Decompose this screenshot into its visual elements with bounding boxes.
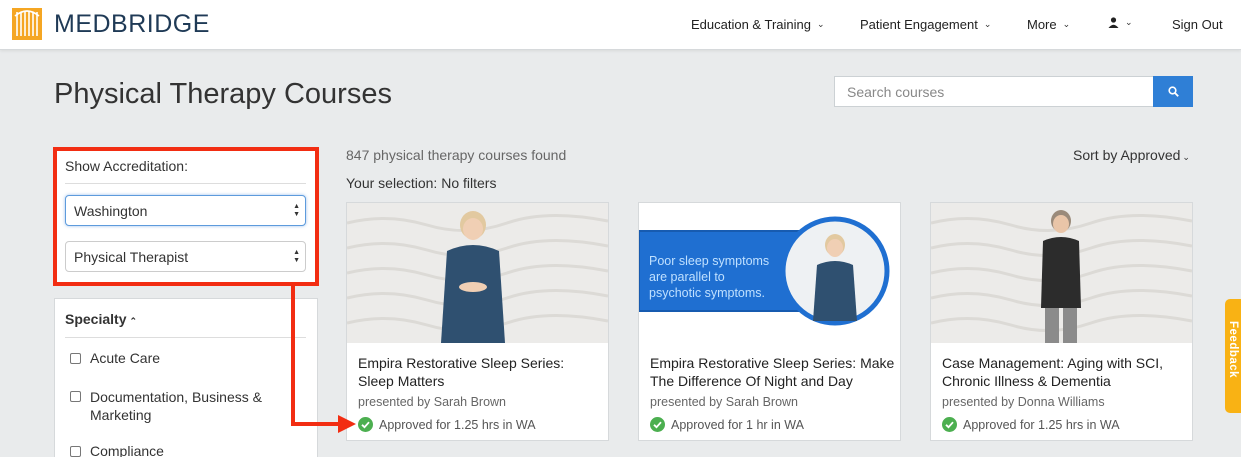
result-count: 847 physical therapy courses found — [346, 147, 567, 163]
nav-education-training[interactable]: Education & Training ⌄ — [691, 17, 825, 32]
approval-status: Approved for 1 hr in WA — [650, 417, 804, 432]
course-card[interactable]: Case Management: Aging with SCI, Chronic… — [930, 202, 1193, 441]
specialty-option-label: Acute Care — [90, 350, 161, 366]
user-icon — [1108, 17, 1119, 28]
search-icon — [1167, 86, 1179, 97]
feedback-tab[interactable]: Feedback — [1225, 299, 1241, 413]
course-card[interactable]: Poor sleep symptoms are parallel to psyc… — [638, 202, 901, 441]
specialty-option-label: Documentation, Business & Marketing — [90, 389, 262, 423]
search-input[interactable] — [835, 77, 1153, 106]
course-presenter: presented by Sarah Brown — [358, 395, 507, 409]
chevron-up-icon: ⌃ — [129, 316, 138, 326]
divider — [65, 183, 306, 184]
checkbox[interactable] — [70, 353, 81, 364]
specialty-option-compliance[interactable]: Compliance — [70, 443, 164, 457]
chevron-down-icon: ⌄ — [1125, 17, 1133, 27]
check-circle-icon — [942, 417, 957, 432]
state-select[interactable]: Washington ▲ ▼ — [65, 195, 306, 226]
course-thumbnail: Poor sleep symptoms are parallel to psyc… — [639, 203, 900, 343]
specialty-title: Specialty — [65, 311, 127, 327]
nav-more[interactable]: More ⌄ — [1027, 17, 1070, 32]
approval-text: Approved for 1.25 hrs in WA — [963, 417, 1120, 432]
user-menu[interactable]: ⌄ — [1108, 17, 1133, 28]
check-circle-icon — [650, 417, 665, 432]
medbridge-logo[interactable]: MEDBRIDGE — [12, 8, 210, 40]
course-presenter: presented by Sarah Brown — [650, 395, 799, 409]
nav-education-label: Education & Training — [691, 17, 811, 32]
chevron-down-icon: ⌄ — [983, 19, 992, 29]
profession-select-value: Physical Therapist — [74, 248, 189, 265]
top-navigation-bar: MEDBRIDGE Education & Training ⌄ Patient… — [0, 0, 1241, 50]
logo-text: MEDBRIDGE — [54, 9, 210, 38]
specialty-option-label: Compliance — [90, 443, 164, 457]
state-select-value: Washington — [74, 202, 148, 219]
specialty-option-acute-care[interactable]: Acute Care — [70, 350, 160, 366]
specialty-option-documentation[interactable]: Documentation, Business & Marketing — [70, 388, 300, 424]
course-presenter: presented by Donna Williams — [942, 395, 1105, 409]
course-card[interactable]: Empira Restorative Sleep Series: Sleep M… — [346, 202, 609, 441]
thumb-caption-line: Poor sleep symptoms — [649, 254, 769, 268]
sort-dropdown[interactable]: Sort by Approved ⌄ — [1073, 147, 1190, 163]
checkbox[interactable] — [70, 446, 81, 457]
check-circle-icon — [358, 417, 373, 432]
chevron-down-icon: ⌄ — [1182, 152, 1190, 162]
select-arrows-icon: ▲ ▼ — [293, 203, 300, 218]
specialty-toggle[interactable]: Specialty ⌃ — [65, 311, 137, 327]
accreditation-label: Show Accreditation: — [65, 158, 188, 174]
page-title: Physical Therapy Courses — [54, 78, 392, 110]
feedback-label: Feedback — [1227, 321, 1239, 379]
nav-patient-engagement[interactable]: Patient Engagement ⌄ — [860, 17, 991, 32]
checkbox[interactable] — [70, 391, 81, 402]
select-arrows-icon: ▲ ▼ — [293, 249, 300, 264]
nav-more-label: More — [1027, 17, 1057, 32]
course-thumbnail — [347, 203, 608, 343]
nav-patient-label: Patient Engagement — [860, 17, 978, 32]
course-title[interactable]: Empira Restorative Sleep Series: Make Th… — [650, 354, 895, 390]
chevron-down-icon: ⌄ — [816, 19, 825, 29]
selection-summary: Your selection: No filters — [346, 175, 497, 191]
course-title[interactable]: Empira Restorative Sleep Series: Sleep M… — [358, 354, 603, 390]
approval-text: Approved for 1.25 hrs in WA — [379, 417, 536, 432]
medbridge-logo-icon — [12, 8, 42, 40]
thumb-caption-line: psychotic symptoms. — [649, 286, 765, 300]
chevron-down-icon: ⌄ — [1062, 19, 1071, 29]
approval-text: Approved for 1 hr in WA — [671, 417, 804, 432]
approval-status: Approved for 1.25 hrs in WA — [942, 417, 1120, 432]
profession-select[interactable]: Physical Therapist ▲ ▼ — [65, 241, 306, 272]
sign-out-link[interactable]: Sign Out — [1172, 17, 1223, 32]
course-thumbnail — [931, 203, 1192, 343]
sort-label: Sort by Approved — [1073, 147, 1181, 163]
search-button[interactable] — [1153, 76, 1193, 107]
search-box — [834, 76, 1153, 107]
divider — [65, 337, 306, 338]
sign-out-label: Sign Out — [1172, 17, 1223, 32]
thumb-caption-line: are parallel to — [649, 270, 725, 284]
approval-status: Approved for 1.25 hrs in WA — [358, 417, 536, 432]
course-title[interactable]: Case Management: Aging with SCI, Chronic… — [942, 354, 1187, 390]
